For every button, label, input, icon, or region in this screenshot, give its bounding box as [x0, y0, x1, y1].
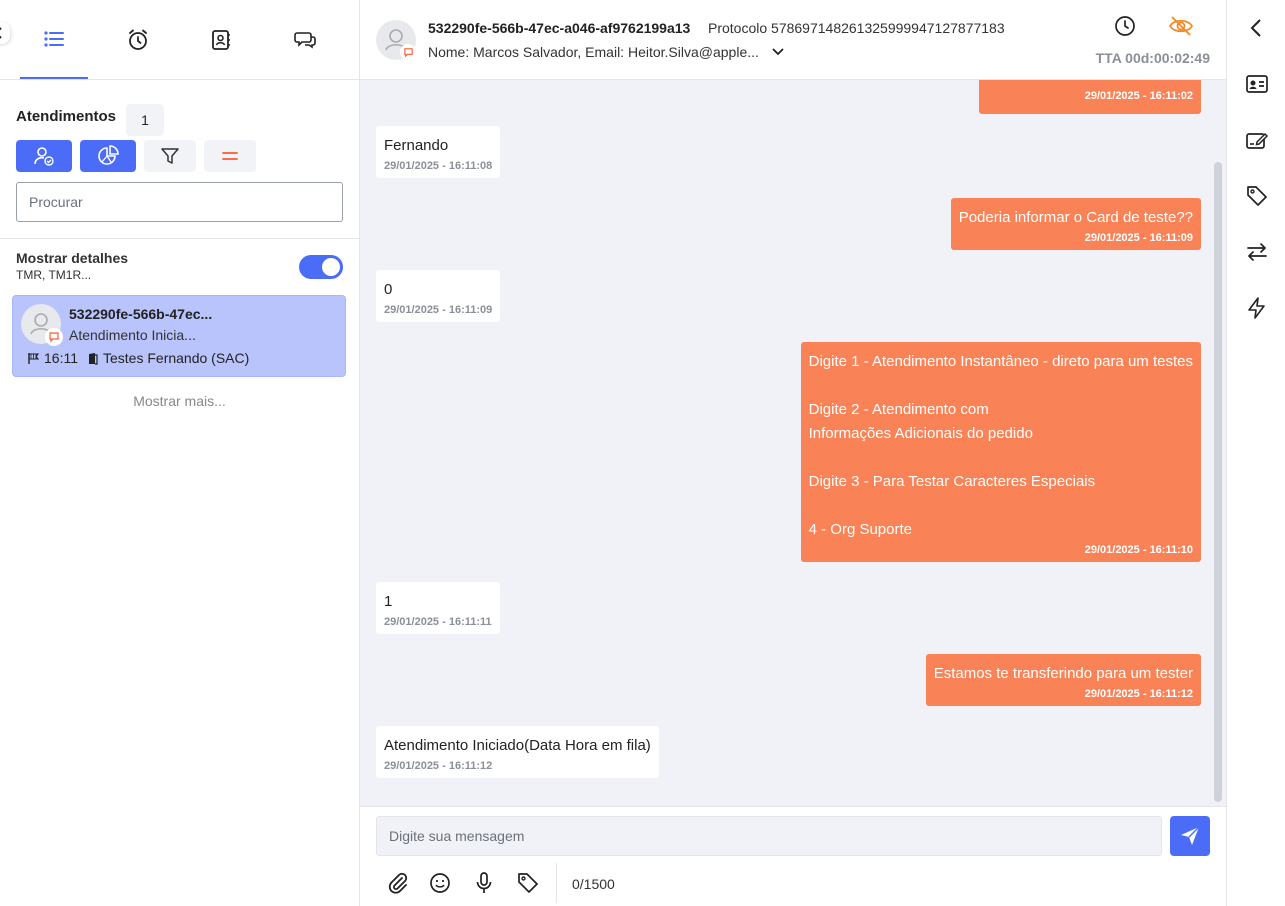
show-more-link[interactable]: Mostrar mais... — [0, 393, 359, 409]
tab-contacts[interactable] — [187, 0, 255, 80]
tab-list[interactable] — [20, 0, 88, 79]
divider — [0, 238, 359, 239]
channel-badge — [45, 328, 63, 346]
send-icon — [1181, 826, 1200, 845]
contact-book-icon — [212, 30, 230, 50]
visibility-button[interactable] — [1168, 14, 1194, 38]
count-badge: 1 — [126, 104, 164, 136]
chat-panel: 532290fe-566b-47ec-a046-af9762199a13 Pro… — [360, 0, 1226, 906]
message-input[interactable] — [376, 816, 1162, 856]
details-sub: TMR, TM1R... — [16, 268, 92, 282]
message-composer: 0/1500 — [360, 806, 1226, 906]
equals-icon — [222, 152, 238, 160]
search-input[interactable] — [16, 182, 343, 222]
chat-bubbles-icon — [294, 32, 316, 49]
chevron-left-icon — [1250, 19, 1261, 37]
pie-chart-icon — [98, 145, 119, 165]
stats-button[interactable] — [80, 140, 136, 172]
message-incoming: 0 29/01/2025 - 16:11:09 — [376, 270, 501, 322]
id-card-icon — [1246, 75, 1268, 93]
notes-button[interactable] — [1245, 128, 1269, 152]
chat-channel-icon — [49, 332, 59, 343]
card-subtitle: Atendimento Inicia... — [69, 327, 196, 343]
edit-card-icon — [1246, 132, 1269, 149]
transfer-button[interactable] — [1245, 240, 1269, 264]
tab-alarms[interactable] — [104, 0, 172, 80]
chevron-down-icon — [772, 48, 784, 56]
send-button[interactable] — [1170, 816, 1210, 856]
sidebar-tabs — [0, 0, 359, 80]
toggle-knob — [322, 258, 340, 276]
microphone-icon — [476, 872, 492, 893]
char-counter: 0/1500 — [572, 876, 615, 892]
emoji-button[interactable] — [428, 871, 452, 895]
message-outgoing: Poderia informar o Card de teste?? 29/01… — [950, 198, 1201, 250]
voice-button[interactable] — [472, 871, 496, 895]
details-label: Mostrar detalhes — [16, 250, 129, 266]
details-toggle[interactable] — [299, 255, 343, 279]
channel-badge — [400, 44, 416, 60]
filter-button[interactable] — [144, 140, 196, 172]
message-outgoing: 29/01/2025 - 16:11:02 — [979, 80, 1201, 114]
attach-button[interactable] — [386, 871, 410, 895]
message-outgoing: Digite 1 - Atendimento Instantâneo - dir… — [800, 342, 1201, 562]
list-icon — [44, 30, 64, 47]
contact-info: Nome: Marcos Salvador, Email: Heitor.Sil… — [428, 44, 759, 60]
clock-icon — [1115, 16, 1135, 36]
protocol-number: Protocolo 578697148261325999947127877183 — [708, 20, 1005, 36]
filter-icon — [161, 148, 179, 164]
conversation-list-panel: Atendimentos 1 Mostrar detalhes TMR, TM1… — [0, 0, 360, 906]
quick-actions-button[interactable] — [1245, 296, 1269, 320]
card-time: 16:11 — [44, 350, 78, 366]
divider — [556, 863, 557, 903]
alarm-clock-icon — [129, 29, 147, 50]
queue-icon — [89, 352, 98, 365]
tab-chats[interactable] — [271, 0, 339, 80]
chat-header: 532290fe-566b-47ec-a046-af9762199a13 Pro… — [360, 0, 1226, 80]
flag-icon — [28, 352, 40, 364]
tta-timer: TTA 00d:00:02:49 — [1095, 50, 1210, 66]
right-action-rail — [1226, 0, 1285, 906]
tags-button[interactable] — [1245, 184, 1269, 208]
user-check-icon — [34, 147, 54, 166]
expand-info-button[interactable] — [770, 44, 786, 60]
conversation-card[interactable]: 532290fe-566b-47ec... Atendimento Inicia… — [12, 295, 346, 377]
my-attendances-button[interactable] — [16, 140, 72, 172]
chat-channel-icon — [403, 47, 413, 57]
paperclip-icon — [388, 872, 408, 894]
card-queue: Testes Fernando (SAC) — [103, 350, 250, 366]
section-title: Atendimentos — [16, 108, 117, 125]
sort-button[interactable] — [204, 140, 256, 172]
transfer-arrows-icon — [1247, 243, 1267, 261]
conversation-id: 532290fe-566b-47ec-a046-af9762199a13 — [428, 20, 691, 36]
history-button[interactable] — [1113, 14, 1137, 38]
message-incoming: Atendimento Iniciado(Data Hora em fila) … — [376, 726, 659, 778]
contact-card-button[interactable] — [1245, 72, 1269, 96]
message-list[interactable]: 29/01/2025 - 16:11:02 Fernando 29/01/202… — [360, 80, 1226, 806]
scrollbar[interactable] — [1214, 162, 1222, 802]
card-meta: 16:11 Testes Fernando (SAC) — [27, 350, 257, 366]
tag-button[interactable] — [516, 871, 540, 895]
tag-icon — [1247, 186, 1267, 206]
smiley-icon — [430, 873, 450, 893]
message-incoming: 1 29/01/2025 - 16:11:11 — [376, 582, 500, 634]
card-title: 532290fe-566b-47ec... — [69, 306, 213, 322]
lightning-icon — [1248, 297, 1265, 319]
eye-off-icon — [1169, 16, 1193, 36]
tag-icon — [518, 873, 538, 893]
collapse-rail-button[interactable] — [1247, 16, 1267, 40]
message-incoming: Fernando 29/01/2025 - 16:11:08 — [376, 126, 501, 178]
message-outgoing: Estamos te transferindo para um tester 2… — [925, 654, 1201, 706]
